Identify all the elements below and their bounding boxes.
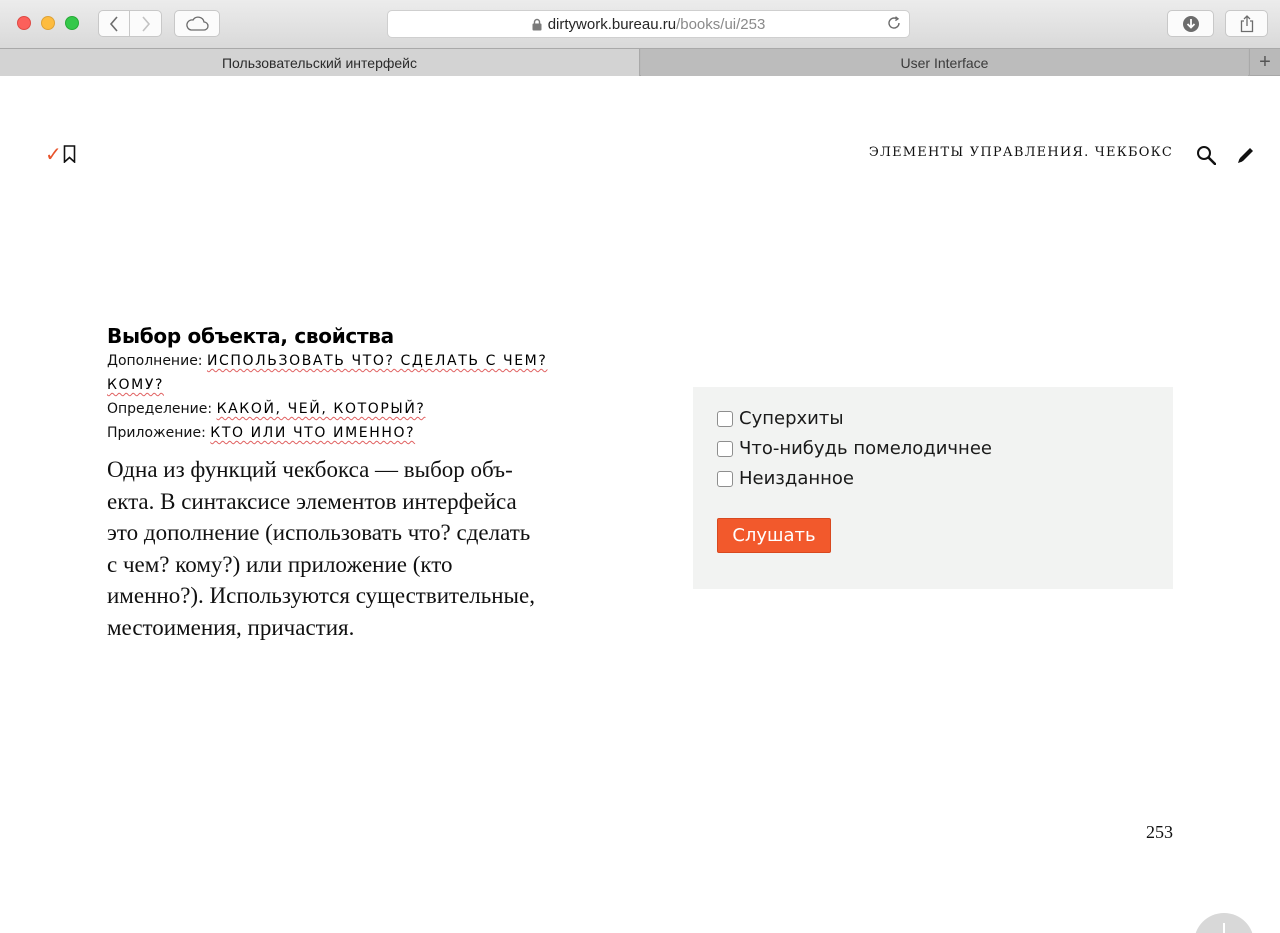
search-icon[interactable] [1195, 144, 1217, 166]
checkbox-label[interactable]: Неизданное [739, 468, 854, 489]
bookmark-icon [63, 145, 76, 163]
definition-label: Дополнение: [107, 353, 203, 369]
browser-toolbar: dirtywork.bureau.ru/books/ui/253 [0, 0, 1280, 48]
checkbox-box[interactable] [717, 470, 733, 487]
url-path: /books/ui/253 [676, 15, 766, 33]
checkbox-superhits[interactable]: Суперхиты [717, 408, 844, 429]
reload-icon[interactable] [887, 16, 901, 35]
checkbox-label[interactable]: Суперхиты [739, 408, 844, 429]
new-tab-button[interactable]: + [1249, 49, 1280, 76]
lock-icon [532, 18, 542, 31]
checkbox-box[interactable] [717, 410, 733, 427]
downloads-button[interactable] [1167, 10, 1214, 37]
tab-bar: Пользовательский интерфейс User Interfac… [0, 48, 1280, 76]
checkbox-melodic[interactable]: Что-нибудь помелодичнее [717, 438, 992, 459]
url-host: dirtywork.bureau.ru [547, 15, 677, 33]
close-window-button[interactable] [17, 16, 31, 30]
definition-row: Приложение: КТО ИЛИ ЧТО ИМЕННО? [107, 421, 587, 445]
checkbox-demo-panel: Суперхиты Что-нибудь помелодичнее Неизда… [693, 387, 1173, 589]
definition-row: Дополнение: ИСПОЛЬЗОВАТЬ ЧТО? СДЕЛАТЬ С … [107, 349, 587, 397]
paragraph-line: именно?). Используются существительные, [107, 583, 535, 608]
paragraph-line: екта. В синтаксисе элементов интерфейса [107, 488, 517, 514]
share-button[interactable] [1225, 10, 1268, 37]
paragraph-line: местоимения, причастия. [107, 614, 355, 640]
chevron-right-icon [141, 15, 150, 32]
forward-button[interactable] [129, 10, 162, 37]
paragraph-line: Одна из функций чекбокса — выбор объ- [107, 457, 513, 482]
zoom-window-button[interactable] [65, 16, 79, 30]
definition-label: Определение: [107, 401, 213, 417]
article-text: Выбор объекта, свойства Дополнение: ИСПО… [107, 323, 587, 643]
article-paragraph: Одна из функций чекбокса — выбор объ- ек… [107, 454, 582, 643]
next-page-button[interactable] [1194, 913, 1254, 933]
chevron-left-icon [109, 15, 118, 32]
address-bar[interactable]: dirtywork.bureau.ru/books/ui/253 [387, 10, 910, 38]
section-title: ЭЛЕМЕНТЫ УПРАВЛЕНИЯ. ЧЕКБОКС [868, 145, 1173, 160]
definition-label: Приложение: [107, 425, 206, 441]
article-heading: Выбор объекта, свойства [107, 324, 394, 348]
definition-value: КАКОЙ, ЧЕЙ, КОТОРЫЙ? [216, 401, 426, 417]
paragraph-line: это дополнение (использовать что? сделат… [107, 520, 531, 545]
page-number: 253 [1146, 822, 1173, 842]
checkbox-unreleased[interactable]: Неизданное [717, 468, 854, 489]
back-button[interactable] [98, 10, 130, 37]
definitions-list: Дополнение: ИСПОЛЬЗОВАТЬ ЧТО? СДЕЛАТЬ С … [107, 349, 587, 445]
tab-ui-en[interactable]: User Interface [641, 49, 1248, 76]
checkmark-icon: ✓ [45, 142, 62, 166]
paragraph-line: с чем? кому?) или приложение (кто [107, 551, 453, 577]
cloud-icon [186, 16, 209, 31]
definition-row: Определение: КАКОЙ, ЧЕЙ, КОТОРЫЙ? [107, 397, 587, 421]
icloud-tabs-button[interactable] [174, 10, 220, 37]
minimize-window-button[interactable] [41, 16, 55, 30]
checkbox-box[interactable] [717, 440, 733, 457]
book-logo[interactable]: ✓ [45, 144, 76, 164]
share-icon [1240, 14, 1253, 32]
tab-ui-ru[interactable]: Пользовательский интерфейс [0, 49, 640, 76]
pencil-icon[interactable] [1235, 144, 1257, 166]
definition-value: КТО ИЛИ ЧТО ИМЕННО? [210, 425, 416, 441]
download-icon [1182, 15, 1199, 32]
checkbox-label[interactable]: Что-нибудь помелодичнее [739, 438, 992, 459]
listen-button[interactable]: Слушать [717, 518, 831, 553]
